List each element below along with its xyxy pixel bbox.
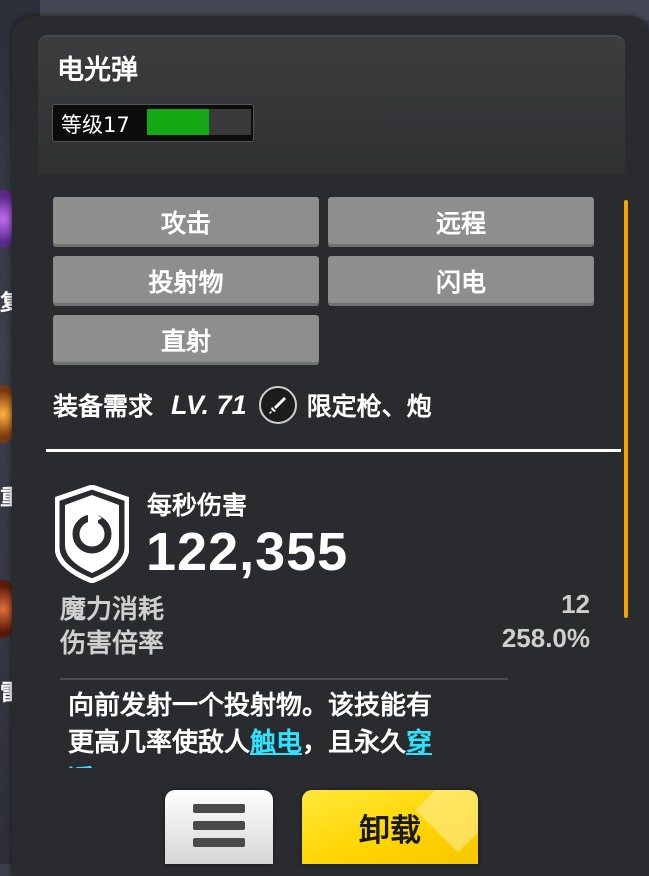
description-text: 更高几率使敌人 xyxy=(68,728,251,758)
section-divider xyxy=(46,449,621,452)
level-progress-fill xyxy=(147,109,210,135)
dps-value: 122,355 xyxy=(146,522,349,582)
equip-requirement: 装备需求 LV. 71 限定枪、炮 xyxy=(53,386,432,424)
level-progress-track xyxy=(147,109,251,135)
level-label: 等级17 xyxy=(61,113,130,137)
skill-title: 电光弹 xyxy=(57,55,138,86)
requirement-weapon: 限定枪、炮 xyxy=(306,392,432,421)
unload-button[interactable]: 卸载 xyxy=(302,790,478,864)
stat-label: 魔力消耗 xyxy=(60,595,165,625)
shield-refresh-icon xyxy=(55,485,129,583)
keyword-link-pierce[interactable]: 穿 xyxy=(406,728,432,758)
description-line: 更高几率使敌人触电，且永久穿 xyxy=(68,725,488,762)
sword-icon xyxy=(258,386,297,424)
tag-attack: 攻击 xyxy=(53,197,319,247)
description-text: ，且永久 xyxy=(302,728,407,758)
description-line: 透 xyxy=(68,762,488,768)
tag-projectile: 投射物 xyxy=(53,256,319,306)
level-bar: 等级17 xyxy=(52,104,254,142)
requirement-label: 装备需求 xyxy=(53,392,154,421)
stat-damage-multiplier: 伤害倍率 258.0% xyxy=(60,623,590,660)
keyword-link-shock[interactable]: 触电 xyxy=(250,728,302,758)
requirement-level: LV. 71 xyxy=(171,389,247,420)
dps-label: 每秒伤害 xyxy=(147,491,248,520)
stat-label: 伤害倍率 xyxy=(60,629,165,659)
unload-button-label: 卸载 xyxy=(359,812,421,849)
keyword-link-pierce-cont[interactable]: 透 xyxy=(68,765,94,768)
description-line: 向前发射一个投射物。该技能有 xyxy=(68,688,488,725)
skill-description: 向前发射一个投射物。该技能有 更高几率使敌人触电，且永久穿 透 xyxy=(68,688,488,768)
stat-value: 12 xyxy=(561,589,590,619)
stat-mana-cost: 魔力消耗 12 xyxy=(60,589,590,626)
menu-button[interactable] xyxy=(165,790,273,864)
description-text: 向前发射一个投射物。该技能有 xyxy=(68,691,433,721)
tag-lightning: 闪电 xyxy=(328,256,594,306)
description-divider xyxy=(60,678,508,680)
tag-direct: 直射 xyxy=(53,315,319,365)
tag-ranged: 远程 xyxy=(328,197,594,247)
scrollbar[interactable] xyxy=(624,200,628,618)
stat-value: 258.0% xyxy=(501,623,590,653)
